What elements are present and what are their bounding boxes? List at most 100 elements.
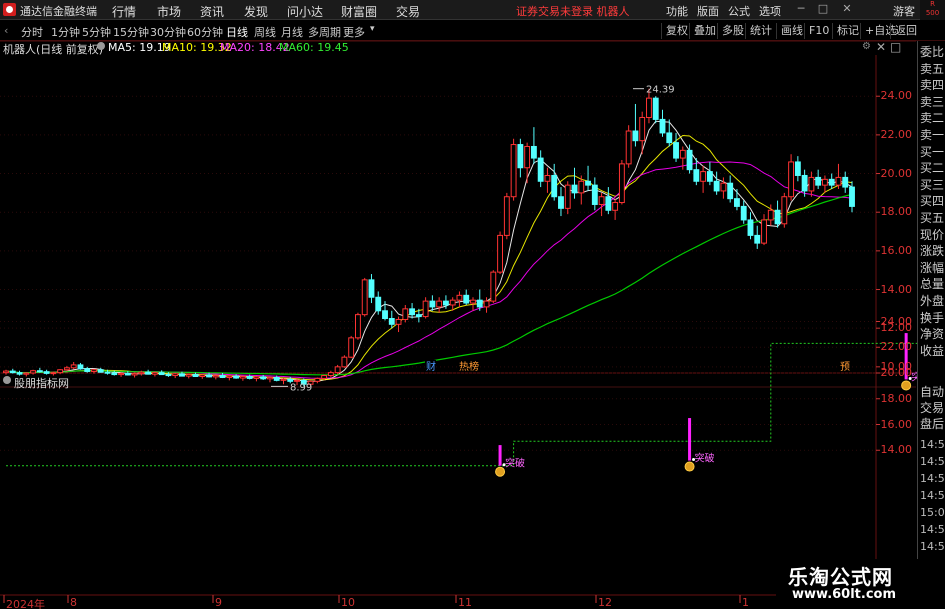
trade-time: 14:57	[920, 472, 945, 485]
sidebar-item[interactable]: 现价	[920, 228, 944, 242]
candle-body	[341, 356, 348, 368]
candle	[253, 376, 260, 382]
candle-body	[84, 368, 91, 372]
sidebar-item[interactable]: 净资	[920, 327, 944, 341]
candle-body	[91, 369, 97, 372]
candle-body	[199, 374, 206, 378]
candle-body	[483, 300, 490, 308]
candle-body	[206, 374, 212, 378]
candle	[618, 160, 625, 205]
candle-body	[639, 116, 646, 142]
candle-body	[754, 234, 761, 244]
high-price-label: 24.39	[646, 85, 675, 96]
candle	[700, 165, 707, 193]
sidebar-item[interactable]: 收益	[920, 344, 944, 358]
candle	[280, 378, 287, 385]
candle	[158, 370, 165, 376]
candle-body	[808, 176, 815, 192]
sidebar-item[interactable]: 委比	[920, 45, 944, 59]
kline-chart[interactable]: 突破突破突破 8.9924.39财热榜预	[0, 0, 945, 609]
candle-body	[842, 176, 849, 188]
sidebar-item[interactable]: 涨幅	[920, 261, 944, 275]
candle-body	[591, 184, 598, 205]
candle	[436, 297, 443, 313]
coin-icon	[495, 466, 506, 477]
candle	[3, 369, 9, 375]
candle-body	[172, 373, 179, 377]
event-badge: 预	[840, 361, 850, 373]
sidebar-lower-item[interactable]: 自动	[920, 385, 944, 399]
candle	[212, 374, 219, 380]
sidebar-item[interactable]: 买二	[920, 161, 944, 175]
candle	[503, 192, 510, 240]
trade-time: 14:56	[920, 455, 945, 468]
candle	[605, 187, 612, 215]
candle-body	[713, 180, 720, 192]
candle-body	[530, 145, 537, 159]
candle	[530, 127, 537, 164]
candle-body	[801, 174, 808, 192]
candle	[456, 291, 463, 307]
candle-body	[761, 219, 767, 244]
sidebar-item[interactable]: 卖五	[920, 62, 944, 76]
candle-body	[253, 376, 260, 379]
candle-body	[118, 372, 124, 376]
sidebar-item[interactable]: 总量	[920, 277, 944, 291]
candle-body	[280, 378, 287, 381]
sidebar-item[interactable]: 买四	[920, 194, 944, 208]
candle	[713, 171, 720, 195]
candle-body	[585, 180, 591, 186]
candle-body	[185, 374, 192, 377]
candle	[145, 369, 152, 375]
candle	[781, 192, 788, 228]
sidebar-item[interactable]: 卖三	[920, 95, 944, 109]
sidebar-lower-item[interactable]: 盘后	[920, 417, 944, 431]
candle-body	[747, 219, 754, 236]
candle-body	[395, 318, 402, 325]
candle-body	[476, 299, 483, 308]
sidebar-item[interactable]: 卖二	[920, 111, 944, 125]
candle-body	[226, 375, 233, 378]
candle	[368, 274, 375, 304]
candle	[314, 377, 321, 384]
candle-body	[835, 176, 842, 186]
sidebar-item[interactable]: 涨跌	[920, 244, 944, 258]
candle	[544, 167, 551, 193]
sidebar-item[interactable]: 卖一	[920, 128, 944, 142]
candle-body	[9, 370, 16, 374]
candle-body	[673, 142, 679, 159]
sidebar-item[interactable]: 外盘	[920, 294, 944, 308]
trade-time: 14:58	[920, 540, 945, 553]
sidebar-item[interactable]: 买五	[920, 211, 944, 225]
candle-body	[131, 373, 138, 376]
candle-body	[246, 376, 253, 379]
candle-body	[503, 196, 510, 236]
candle-body	[36, 370, 43, 373]
candle-body	[618, 163, 625, 204]
indicator-tick-label: 22.00	[880, 340, 913, 354]
candle	[788, 154, 795, 201]
candle-body	[442, 300, 449, 306]
candle-body	[652, 97, 659, 120]
sidebar-item[interactable]: 买一	[920, 145, 944, 159]
candle	[131, 372, 138, 378]
candle	[537, 150, 544, 188]
candle-body	[57, 369, 64, 374]
candle-body	[429, 300, 436, 308]
candle	[815, 169, 822, 190]
candle-body	[70, 364, 77, 369]
watermark-title: 乐淘公式网	[788, 565, 893, 589]
candle	[754, 225, 761, 249]
candle-body	[287, 378, 294, 382]
sidebar-item[interactable]: 卖四	[920, 78, 944, 92]
candle	[172, 373, 179, 379]
candle-body	[3, 370, 9, 374]
candle	[334, 364, 341, 375]
sidebar-item[interactable]: 换手	[920, 311, 944, 325]
candle	[734, 189, 740, 211]
sidebar-item[interactable]: 买三	[920, 178, 944, 192]
indicator-dot-icon[interactable]	[3, 376, 11, 384]
candle	[361, 277, 368, 317]
candle-body	[646, 97, 652, 118]
sidebar-lower-item[interactable]: 交易	[920, 401, 944, 415]
